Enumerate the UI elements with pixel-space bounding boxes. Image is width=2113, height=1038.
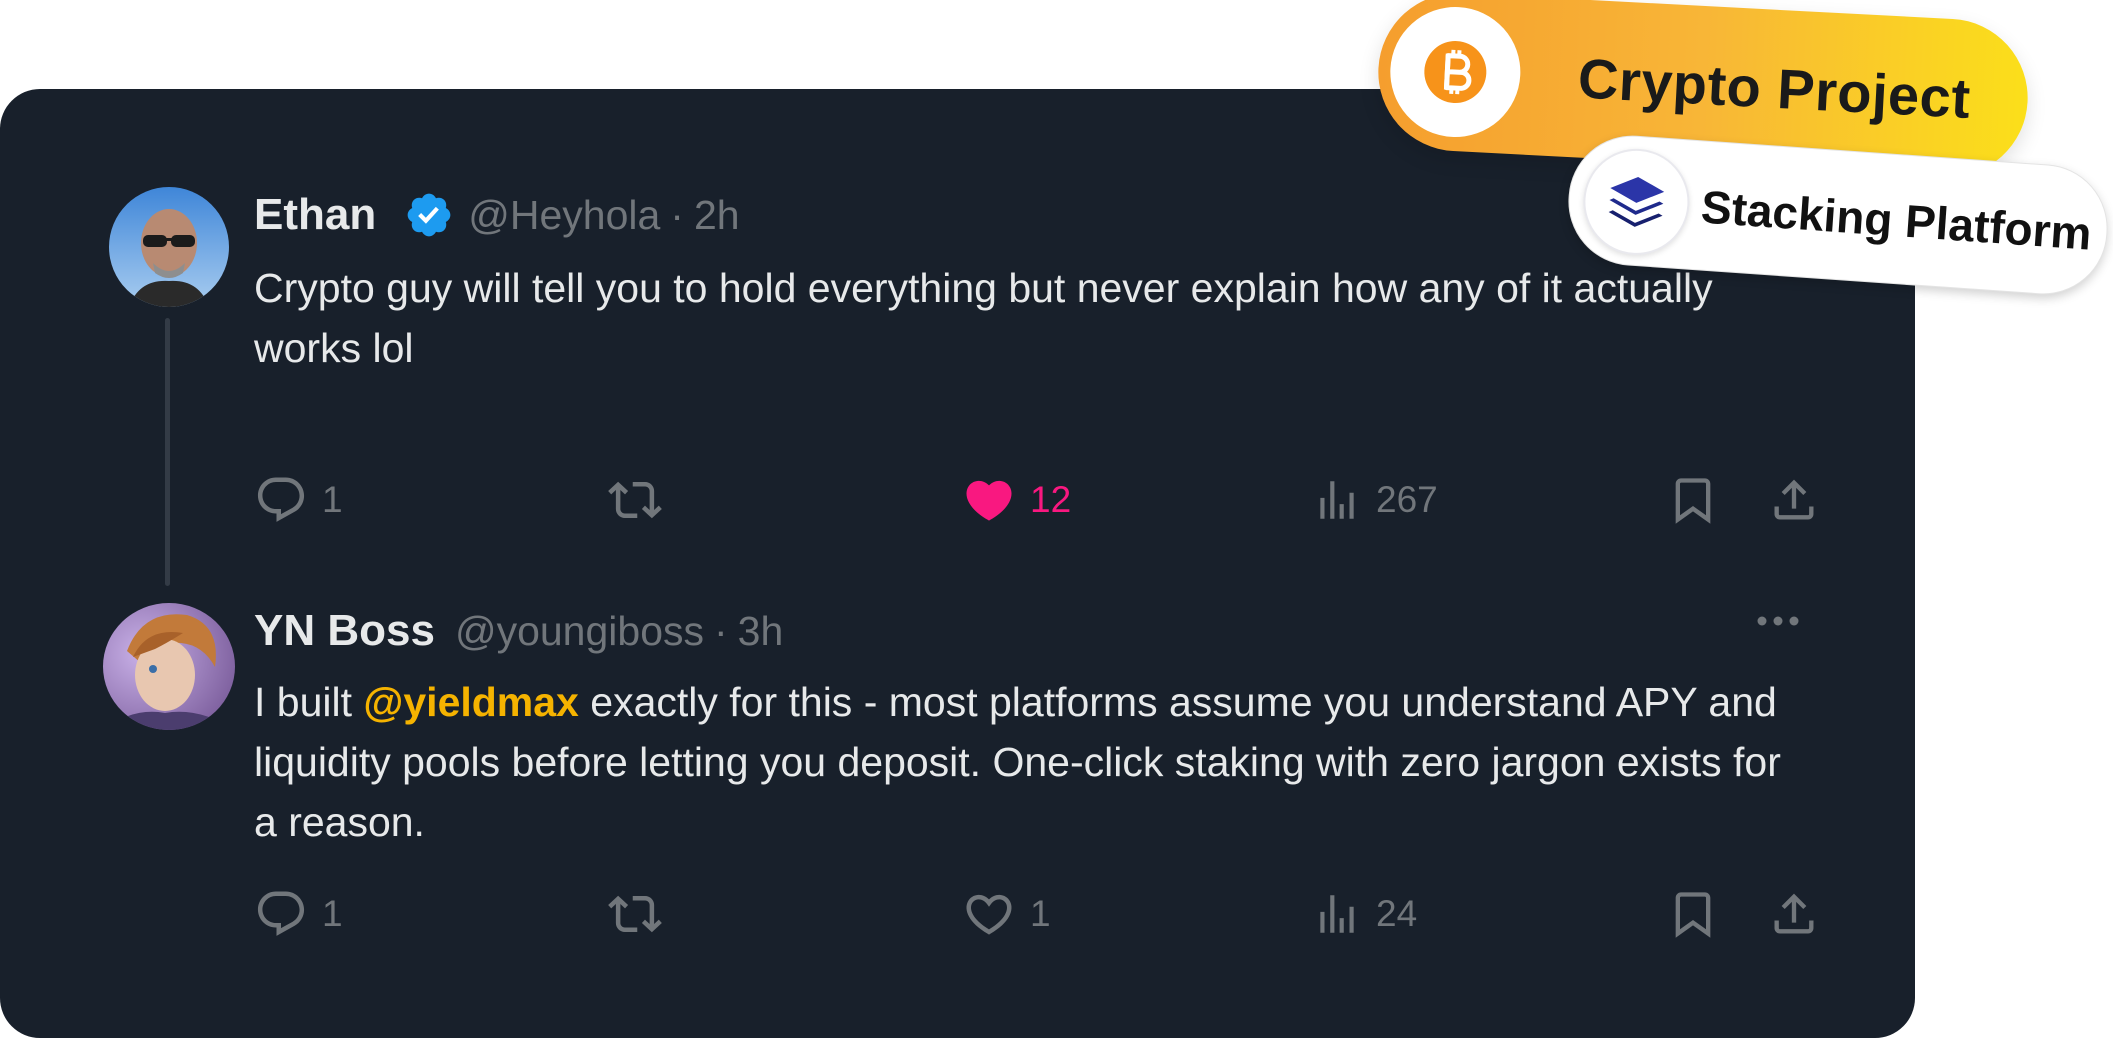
- reply-count: 1: [322, 479, 343, 520]
- layers-icon: [1608, 176, 1665, 227]
- share-button[interactable]: [1768, 473, 1820, 527]
- heart-outline-icon: [966, 894, 1012, 935]
- badge-label: Crypto Project: [1576, 46, 1973, 130]
- timestamp[interactable]: 3h: [738, 608, 784, 655]
- retweet-icon: [608, 895, 662, 933]
- reply-button[interactable]: 1: [254, 473, 343, 527]
- like-button[interactable]: 12: [962, 473, 1071, 527]
- tweet-text: I built @yieldmax exactly for this - mos…: [254, 672, 1814, 852]
- avatar[interactable]: [103, 603, 235, 730]
- views-count: 267: [1376, 479, 1438, 520]
- like-count: 1: [1030, 893, 1051, 934]
- reply-count: 1: [322, 893, 343, 934]
- more-options-icon[interactable]: [1755, 612, 1801, 630]
- views-count: 24: [1376, 893, 1418, 934]
- bookmark-button[interactable]: [1667, 473, 1719, 527]
- share-upload-icon: [1774, 893, 1814, 934]
- badge-icon-circle: [1387, 3, 1524, 141]
- badge-icon-circle: [1579, 145, 1693, 259]
- separator-dot: ·: [670, 191, 684, 238]
- analytics-bars-icon: [1320, 895, 1354, 933]
- like-count: 12: [1030, 479, 1072, 520]
- bookmark-icon: [1675, 892, 1711, 938]
- display-name[interactable]: Ethan: [254, 190, 376, 240]
- bitcoin-icon: [1424, 41, 1487, 104]
- views-button[interactable]: 267: [1312, 473, 1438, 527]
- verified-badge-icon: [407, 193, 451, 237]
- share-upload-icon: [1774, 479, 1814, 520]
- retweet-button[interactable]: [606, 887, 664, 941]
- user-handle[interactable]: @youngiboss: [455, 608, 704, 655]
- retweet-button[interactable]: [606, 473, 664, 527]
- reply-icon: [257, 891, 305, 936]
- bookmark-button[interactable]: [1667, 887, 1719, 941]
- tweet-text-before: I built: [254, 679, 364, 725]
- reply-icon: [257, 477, 305, 522]
- timestamp[interactable]: 2h: [694, 192, 740, 239]
- mention-link[interactable]: @yieldmax: [363, 679, 578, 725]
- tweet-text: Crypto guy will tell you to hold everyth…: [254, 265, 1713, 371]
- badge-label: Stacking Platform: [1699, 180, 2094, 260]
- separator-dot: ·: [714, 607, 728, 654]
- retweet-icon: [608, 481, 662, 519]
- avatar-ethan-image: [109, 187, 229, 307]
- like-button[interactable]: 1: [962, 887, 1051, 941]
- tweet-header: Ethan @Heyhola · 2h: [254, 190, 740, 240]
- user-handle[interactable]: @Heyhola: [468, 192, 660, 239]
- analytics-bars-icon: [1320, 481, 1354, 519]
- heart-filled-icon: [966, 480, 1012, 521]
- avatar-ynboss-image: [103, 603, 235, 730]
- bookmark-icon: [1675, 478, 1711, 524]
- avatar[interactable]: [109, 187, 229, 307]
- tweet-header: YN Boss @youngiboss · 3h: [254, 606, 783, 656]
- display-name[interactable]: YN Boss: [254, 606, 435, 656]
- views-button[interactable]: 24: [1312, 887, 1417, 941]
- share-button[interactable]: [1768, 887, 1820, 941]
- reply-button[interactable]: 1: [254, 887, 343, 941]
- thread-connector-line: [165, 318, 170, 586]
